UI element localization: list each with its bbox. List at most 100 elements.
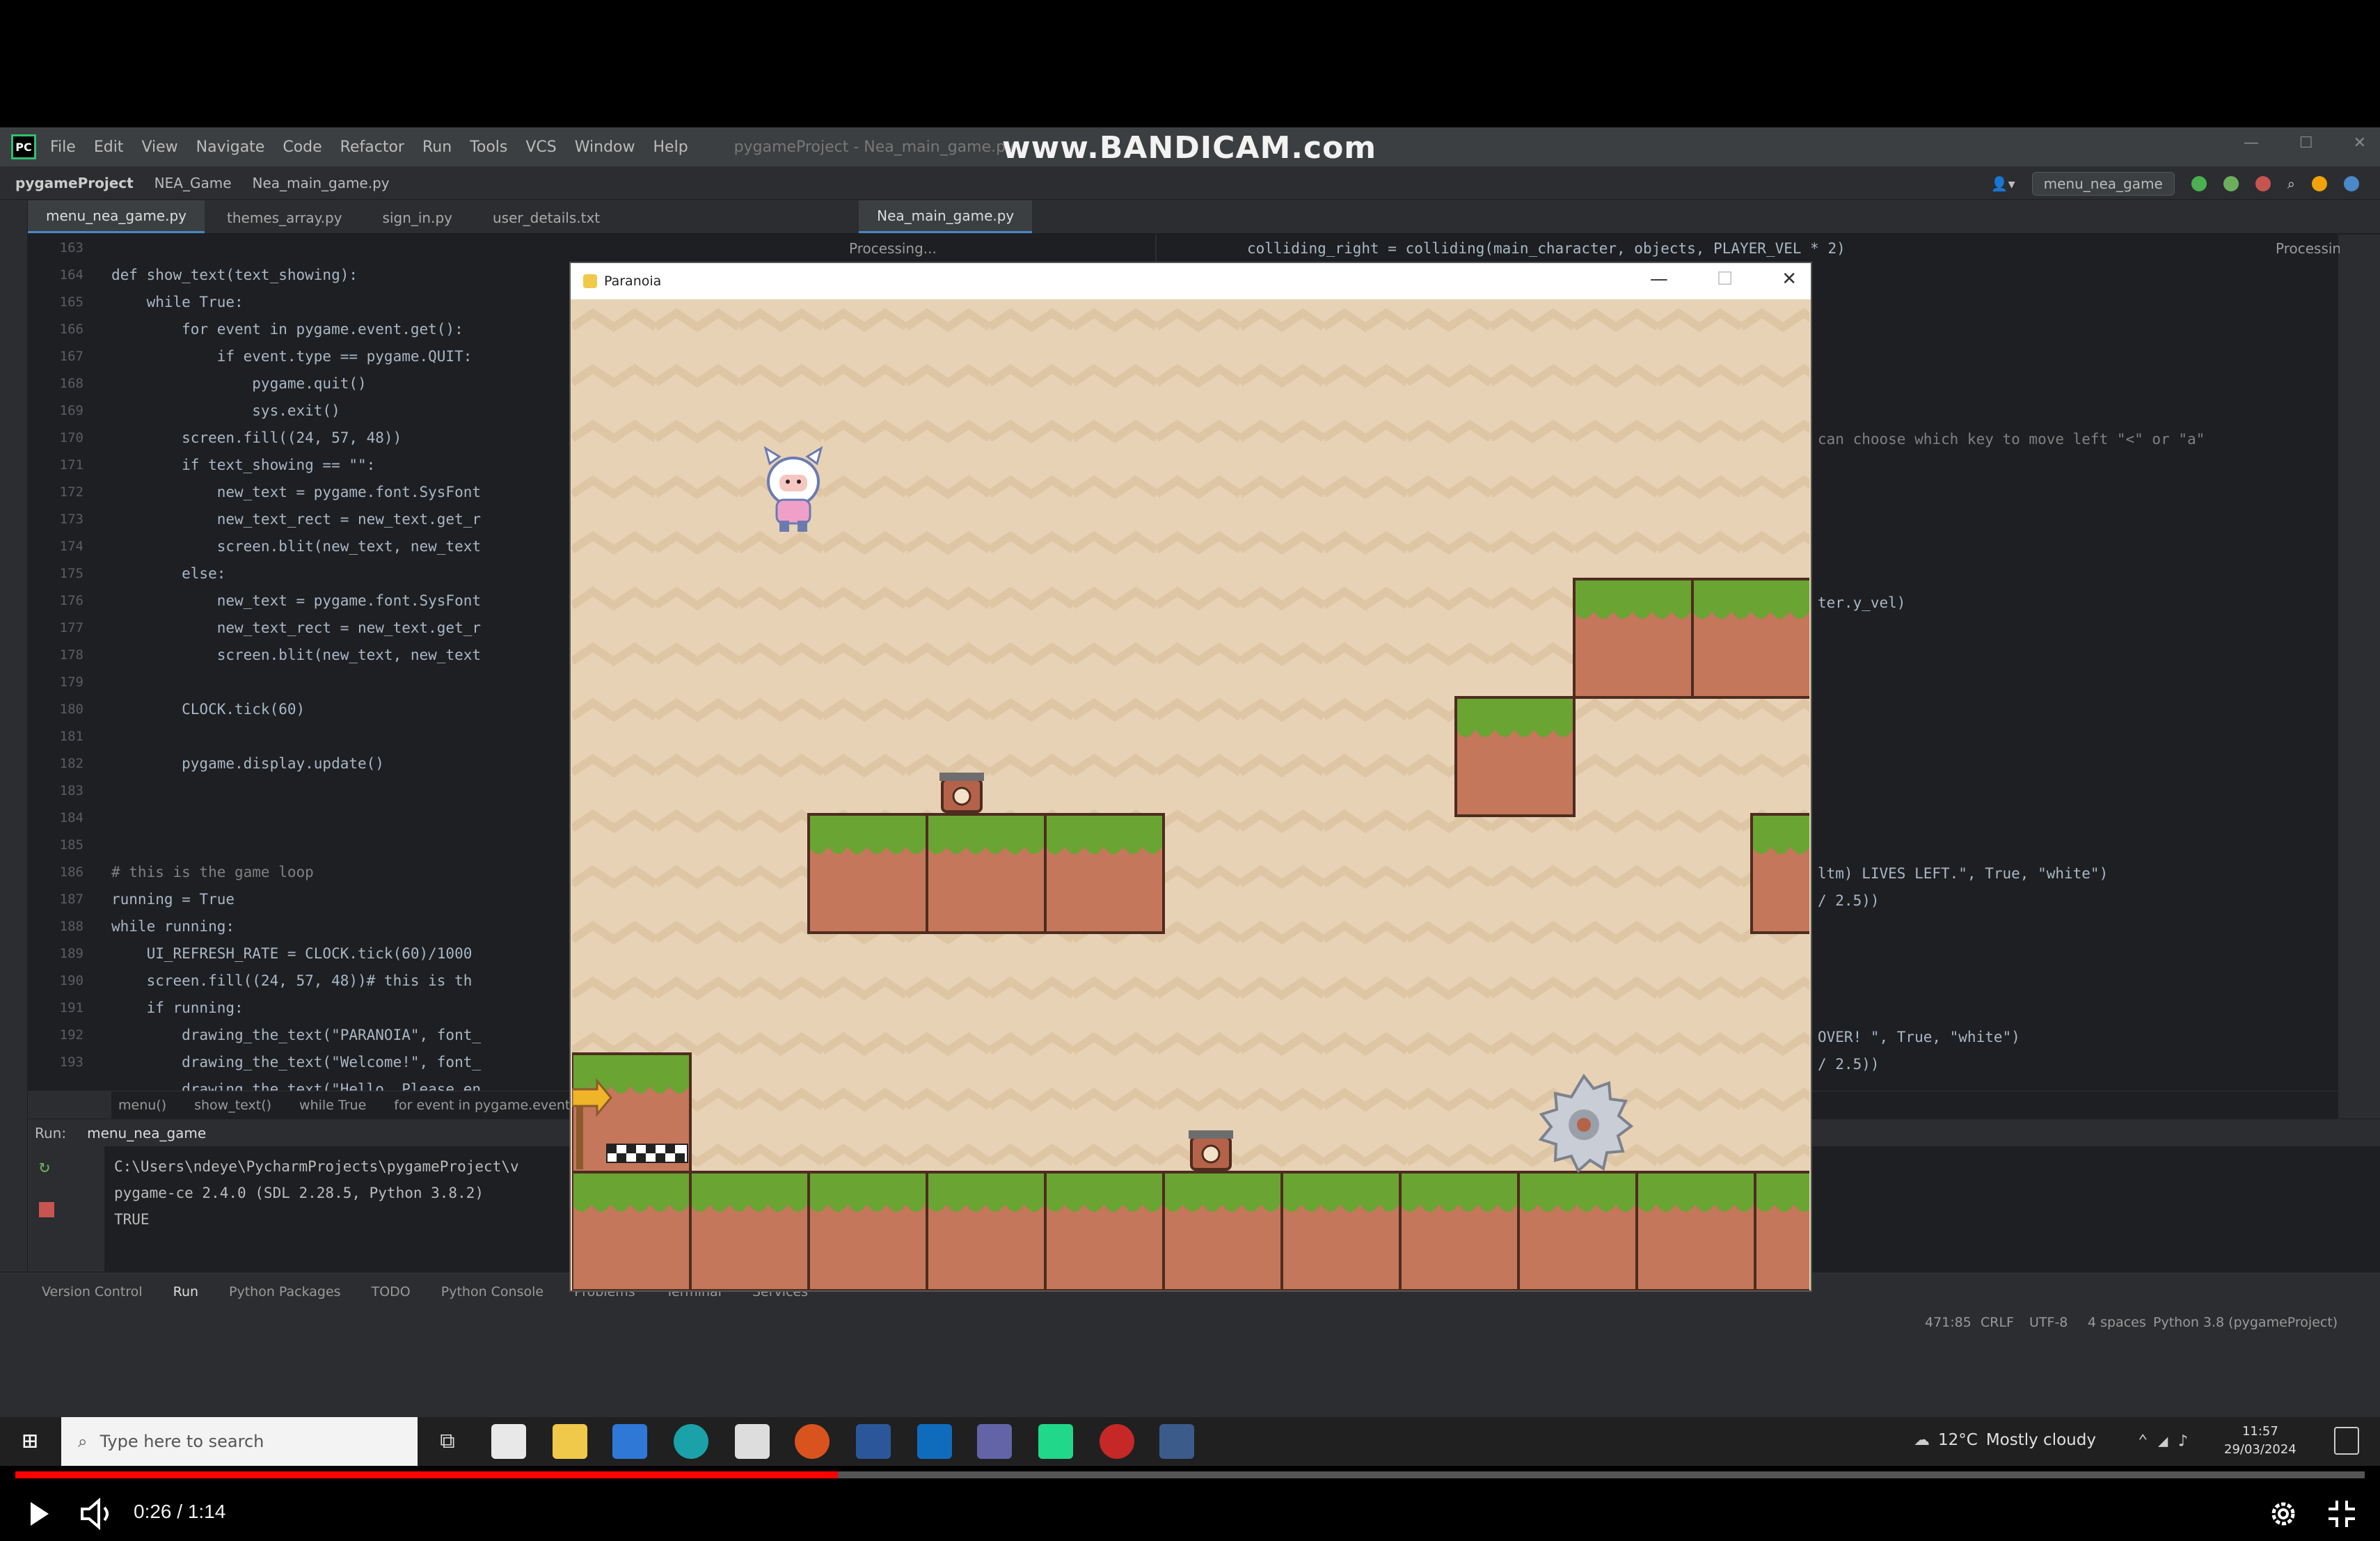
- file-explorer-icon[interactable]: [553, 1424, 587, 1459]
- game-playfield: [572, 299, 1809, 1290]
- run-panel-tools: ↻: [28, 1146, 104, 1272]
- line-number: 185: [59, 837, 84, 853]
- tool-version-control[interactable]: Version Control: [42, 1284, 143, 1299]
- menu-edit[interactable]: Edit: [94, 139, 124, 156]
- ground-platform: [572, 1171, 1809, 1290]
- line-number: 184: [59, 810, 84, 825]
- breadcrumb-folder[interactable]: NEA_Game: [154, 175, 232, 191]
- cloud-icon: ☁: [1914, 1431, 1930, 1449]
- crumb-item[interactable]: menu(): [118, 1098, 166, 1113]
- menu-window[interactable]: Window: [575, 139, 635, 156]
- left-tool-strip: [0, 200, 28, 1272]
- run-config-select[interactable]: menu_nea_game: [2031, 172, 2175, 196]
- settings-icon[interactable]: [2344, 176, 2359, 191]
- stop-icon[interactable]: [2255, 176, 2271, 191]
- game-minimize-icon[interactable]: —: [1650, 269, 1668, 290]
- taskbar-clock[interactable]: 11:57 29/03/2024: [2224, 1423, 2296, 1459]
- office-icon[interactable]: [795, 1424, 830, 1459]
- menu-vcs[interactable]: VCS: [525, 139, 556, 156]
- stop-run-icon[interactable]: [39, 1202, 54, 1217]
- crumb-item[interactable]: show_text(): [194, 1098, 271, 1113]
- ide-minimize-icon[interactable]: —: [2244, 134, 2259, 152]
- search-magnifier-icon: ⌕: [78, 1432, 88, 1451]
- outlook-icon[interactable]: [917, 1424, 952, 1459]
- crumb-item[interactable]: for event in pygame.event...: [394, 1098, 582, 1113]
- python-taskbar-icon[interactable]: [1159, 1424, 1194, 1459]
- taskbar-weather[interactable]: ☁ 12°C Mostly cloudy: [1914, 1431, 2096, 1449]
- windows-start-icon[interactable]: ⊞: [14, 1425, 46, 1457]
- menu-navigate[interactable]: Navigate: [196, 139, 265, 156]
- crumb-item[interactable]: while True: [299, 1098, 366, 1113]
- line-number: 164: [59, 267, 84, 283]
- pygame-snake-icon: [583, 274, 597, 288]
- tab-sign-in[interactable]: sign_in.py: [365, 203, 470, 233]
- system-tray-icons[interactable]: ⌃ ◢ ♪: [2138, 1431, 2188, 1451]
- task-view-icon[interactable]: ⧉: [430, 1424, 465, 1459]
- menu-code[interactable]: Code: [283, 139, 322, 156]
- run-icon[interactable]: [2191, 176, 2207, 191]
- edge-platform-right: [1749, 813, 1809, 934]
- breadcrumb-file[interactable]: Nea_main_game.py: [253, 175, 390, 191]
- fire-trap-icon: [1189, 1130, 1233, 1171]
- line-number-gutter: 163 164 165 166 167 168 169 170 171 172 173 174 175 1…: [28, 235, 111, 1091]
- edge-icon[interactable]: [674, 1424, 708, 1459]
- tab-user-details[interactable]: user_details.txt: [475, 203, 618, 233]
- pycharm-taskbar-icon[interactable]: [1038, 1424, 1073, 1459]
- mail-icon[interactable]: [612, 1424, 647, 1459]
- menu-refactor[interactable]: Refactor: [340, 139, 404, 156]
- menu-view[interactable]: View: [141, 139, 177, 156]
- right-code-line: can choose which key to move left "<" or…: [1818, 431, 2205, 448]
- tool-python-packages[interactable]: Python Packages: [229, 1284, 341, 1299]
- menu-file[interactable]: File: [50, 139, 76, 156]
- status-encoding[interactable]: UTF-8: [2029, 1315, 2068, 1330]
- teams-icon[interactable]: [977, 1424, 1012, 1459]
- line-number: 189: [59, 946, 84, 961]
- status-interpreter[interactable]: Python 3.8 (pygameProject): [2153, 1315, 2338, 1330]
- tool-todo[interactable]: TODO: [372, 1284, 411, 1299]
- volume-icon[interactable]: [78, 1496, 117, 1531]
- game-close-icon[interactable]: ✕: [1782, 269, 1797, 290]
- debug-icon[interactable]: [2223, 176, 2239, 191]
- tab-menu-nea-game[interactable]: menu_nea_game.py: [28, 200, 205, 233]
- ide-maximize-icon[interactable]: ☐: [2299, 134, 2313, 152]
- video-progress-bar[interactable]: [15, 1471, 2365, 1478]
- settings-gear-icon[interactable]: [2266, 1496, 2301, 1531]
- word-icon[interactable]: [856, 1424, 891, 1459]
- menu-help[interactable]: Help: [653, 139, 688, 156]
- ide-close-icon[interactable]: ✕: [2354, 134, 2366, 152]
- game-maximize-icon[interactable]: ☐: [1717, 269, 1733, 290]
- bandicam-taskbar-icon[interactable]: [1100, 1424, 1134, 1459]
- step-platform-lower: [1453, 696, 1576, 817]
- status-indent[interactable]: 4 spaces: [2088, 1315, 2146, 1330]
- windows-taskbar: ⊞ ⌕ Type here to search ⧉ ☁ 12°C Mostly …: [0, 1417, 2380, 1466]
- run-label: Run:: [35, 1124, 67, 1141]
- updates-icon[interactable]: [2312, 176, 2327, 191]
- user-icon[interactable]: 👤▾: [1991, 175, 2015, 192]
- rerun-icon[interactable]: ↻: [39, 1156, 50, 1177]
- line-number: 169: [59, 403, 84, 418]
- line-number: 192: [59, 1027, 84, 1043]
- tool-run[interactable]: Run: [173, 1284, 198, 1299]
- status-position[interactable]: 471:85: [1925, 1315, 1972, 1330]
- tab-themes-array[interactable]: themes_array.py: [209, 203, 360, 233]
- line-number: 178: [59, 647, 84, 663]
- exit-fullscreen-icon[interactable]: [2324, 1496, 2359, 1531]
- status-line-separator[interactable]: CRLF: [1981, 1315, 2014, 1330]
- tab-nea-main-game[interactable]: Nea_main_game.py: [859, 200, 1033, 233]
- tool-python-console[interactable]: Python Console: [441, 1284, 544, 1299]
- taskbar-search[interactable]: ⌕ Type here to search: [61, 1417, 418, 1466]
- notification-icon[interactable]: [2334, 1427, 2359, 1455]
- play-icon[interactable]: [21, 1496, 56, 1531]
- navbar-right-tools: 👤▾ menu_nea_game ⌕: [1991, 172, 2359, 196]
- menu-tools[interactable]: Tools: [470, 139, 507, 156]
- game-window: Paranoia — ☐ ✕: [571, 263, 1811, 1290]
- breadcrumb-project[interactable]: pygameProject: [15, 175, 134, 191]
- clock-time: 11:57: [2242, 1424, 2278, 1439]
- run-tab[interactable]: menu_nea_game: [87, 1125, 206, 1141]
- menu-run[interactable]: Run: [422, 139, 452, 156]
- store-icon[interactable]: [491, 1424, 526, 1459]
- line-number: 177: [59, 620, 84, 635]
- search-icon[interactable]: ⌕: [2287, 175, 2295, 192]
- app-icon[interactable]: [735, 1424, 770, 1459]
